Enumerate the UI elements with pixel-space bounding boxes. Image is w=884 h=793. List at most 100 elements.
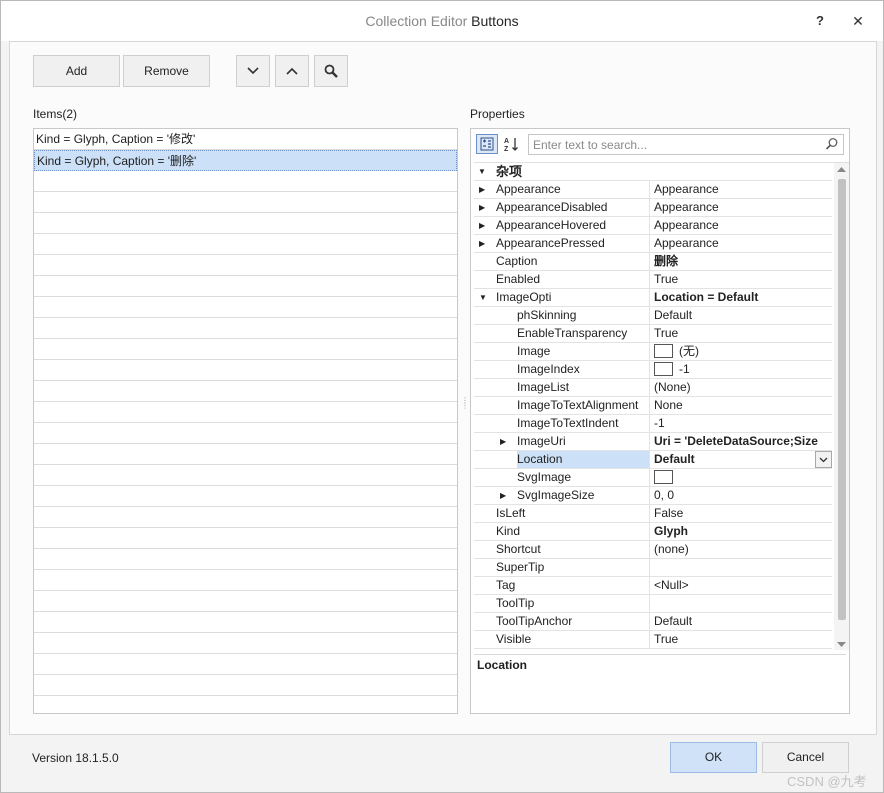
- categorized-view-button[interactable]: [476, 134, 498, 154]
- property-value-text: <Null>: [654, 578, 689, 592]
- property-value[interactable]: True: [650, 631, 832, 648]
- property-value[interactable]: Default: [650, 307, 832, 324]
- property-value[interactable]: <Null>: [650, 577, 832, 594]
- property-row[interactable]: ToolTipAnchor Default: [474, 613, 832, 631]
- chevron-down-icon: [247, 67, 259, 75]
- property-name: AppearanceDisabled: [496, 199, 650, 216]
- image-swatch[interactable]: [654, 470, 673, 484]
- property-value[interactable]: (None): [650, 379, 832, 396]
- property-value[interactable]: Location = Default: [650, 289, 832, 306]
- property-value[interactable]: Appearance: [650, 235, 832, 252]
- property-row[interactable]: Caption 删除: [474, 253, 832, 271]
- property-row[interactable]: Image (无): [474, 343, 832, 361]
- property-row[interactable]: Location Default: [474, 451, 832, 469]
- window-title-prefix: Collection Editor: [365, 13, 468, 29]
- empty-list-row: [34, 402, 457, 423]
- scrollbar-thumb[interactable]: [838, 179, 846, 620]
- expand-arrow-icon[interactable]: ▶: [479, 199, 485, 216]
- property-row[interactable]: SuperTip: [474, 559, 832, 577]
- collapse-arrow-icon[interactable]: ▼: [478, 163, 486, 180]
- expand-arrow-icon[interactable]: ▶: [479, 235, 485, 252]
- property-value[interactable]: True: [650, 271, 832, 288]
- property-row[interactable]: Shortcut (none): [474, 541, 832, 559]
- property-row[interactable]: ▶ Appearance Appearance: [474, 181, 832, 199]
- property-value[interactable]: Uri = 'DeleteDataSource;Size: [650, 433, 832, 450]
- property-row[interactable]: ImageList (None): [474, 379, 832, 397]
- property-name: ImageOpti: [496, 289, 650, 306]
- move-down-button[interactable]: [236, 55, 270, 87]
- property-name: Image: [517, 343, 650, 360]
- property-row[interactable]: Visible True: [474, 631, 832, 649]
- property-value[interactable]: None: [650, 397, 832, 414]
- cancel-button[interactable]: Cancel: [762, 742, 849, 773]
- property-row[interactable]: Enabled True: [474, 271, 832, 289]
- collapse-arrow-icon[interactable]: ▼: [479, 289, 487, 306]
- close-button[interactable]: ✕: [845, 9, 871, 33]
- property-value[interactable]: (无): [650, 343, 832, 360]
- expand-arrow-icon[interactable]: ▶: [479, 181, 485, 198]
- ok-button[interactable]: OK: [670, 742, 757, 773]
- add-button[interactable]: Add: [33, 55, 120, 87]
- alphabetical-view-button[interactable]: A Z: [500, 134, 522, 154]
- expand-arrow-icon[interactable]: ▶: [500, 487, 506, 504]
- property-row[interactable]: IsLeft False: [474, 505, 832, 523]
- property-category-row[interactable]: ▼ 杂项: [474, 163, 832, 181]
- property-row[interactable]: phSkinning Default: [474, 307, 832, 325]
- property-grid-scrollbar[interactable]: [834, 163, 849, 650]
- property-row[interactable]: ▶ AppearanceHovered Appearance: [474, 217, 832, 235]
- property-value[interactable]: Default: [650, 613, 832, 630]
- splitter-handle[interactable]: ⋮ ⋮: [461, 397, 469, 418]
- property-value[interactable]: Appearance: [650, 217, 832, 234]
- property-value[interactable]: [650, 559, 832, 576]
- property-row[interactable]: EnableTransparency True: [474, 325, 832, 343]
- scroll-down-arrow-icon[interactable]: [836, 641, 847, 649]
- property-row[interactable]: ▶ AppearanceDisabled Appearance: [474, 199, 832, 217]
- items-list[interactable]: Kind = Glyph, Caption = '修改' Kind = Glyp…: [33, 128, 458, 714]
- property-row[interactable]: ▶ SvgImageSize 0, 0: [474, 487, 832, 505]
- property-row[interactable]: ▼ ImageOpti Location = Default: [474, 289, 832, 307]
- property-value[interactable]: 0, 0: [650, 487, 832, 504]
- property-name: ImageToTextIndent: [517, 415, 650, 432]
- expand-arrow-icon[interactable]: ▶: [500, 433, 506, 450]
- property-value[interactable]: -1: [650, 361, 832, 378]
- list-item-selected[interactable]: Kind = Glyph, Caption = '删除': [34, 150, 457, 171]
- property-row[interactable]: SvgImage: [474, 469, 832, 487]
- property-value[interactable]: (none): [650, 541, 832, 558]
- property-row[interactable]: ToolTip: [474, 595, 832, 613]
- property-value[interactable]: [650, 595, 832, 612]
- find-button[interactable]: [314, 55, 348, 87]
- svg-text:Z: Z: [504, 146, 509, 152]
- editor-content: Add Remove Items(2) Properties Kind = Gl…: [9, 41, 877, 735]
- property-value[interactable]: Glyph: [650, 523, 832, 540]
- property-value[interactable]: True: [650, 325, 832, 342]
- property-value[interactable]: [650, 469, 832, 486]
- property-row[interactable]: ▶ ImageUri Uri = 'DeleteDataSource;Size: [474, 433, 832, 451]
- property-row[interactable]: Tag <Null>: [474, 577, 832, 595]
- move-up-button[interactable]: [275, 55, 309, 87]
- property-search-input[interactable]: [529, 135, 819, 154]
- property-row[interactable]: Kind Glyph: [474, 523, 832, 541]
- property-row[interactable]: ImageToTextAlignment None: [474, 397, 832, 415]
- dropdown-button[interactable]: [815, 451, 832, 468]
- property-value-text: Appearance: [654, 182, 719, 196]
- property-value[interactable]: Appearance: [650, 181, 832, 198]
- property-value[interactable]: 删除: [650, 253, 832, 270]
- property-value[interactable]: Appearance: [650, 199, 832, 216]
- scroll-up-arrow-icon[interactable]: [836, 165, 847, 173]
- image-swatch[interactable]: [654, 362, 673, 376]
- remove-button[interactable]: Remove: [123, 55, 210, 87]
- property-row[interactable]: ▶ AppearancePressed Appearance: [474, 235, 832, 253]
- help-button[interactable]: ?: [807, 9, 833, 33]
- property-row[interactable]: ImageIndex -1: [474, 361, 832, 379]
- row-margin: [474, 469, 493, 487]
- chevron-up-icon: [286, 67, 298, 75]
- expand-arrow-icon[interactable]: ▶: [479, 217, 485, 234]
- list-item[interactable]: Kind = Glyph, Caption = '修改': [34, 129, 457, 150]
- property-row[interactable]: ImageToTextIndent -1: [474, 415, 832, 433]
- property-value-text: Default: [654, 308, 693, 322]
- property-value[interactable]: Default: [650, 451, 832, 468]
- property-value[interactable]: False: [650, 505, 832, 522]
- property-search-box[interactable]: [528, 134, 844, 155]
- property-value[interactable]: -1: [650, 415, 832, 432]
- image-swatch[interactable]: [654, 344, 673, 358]
